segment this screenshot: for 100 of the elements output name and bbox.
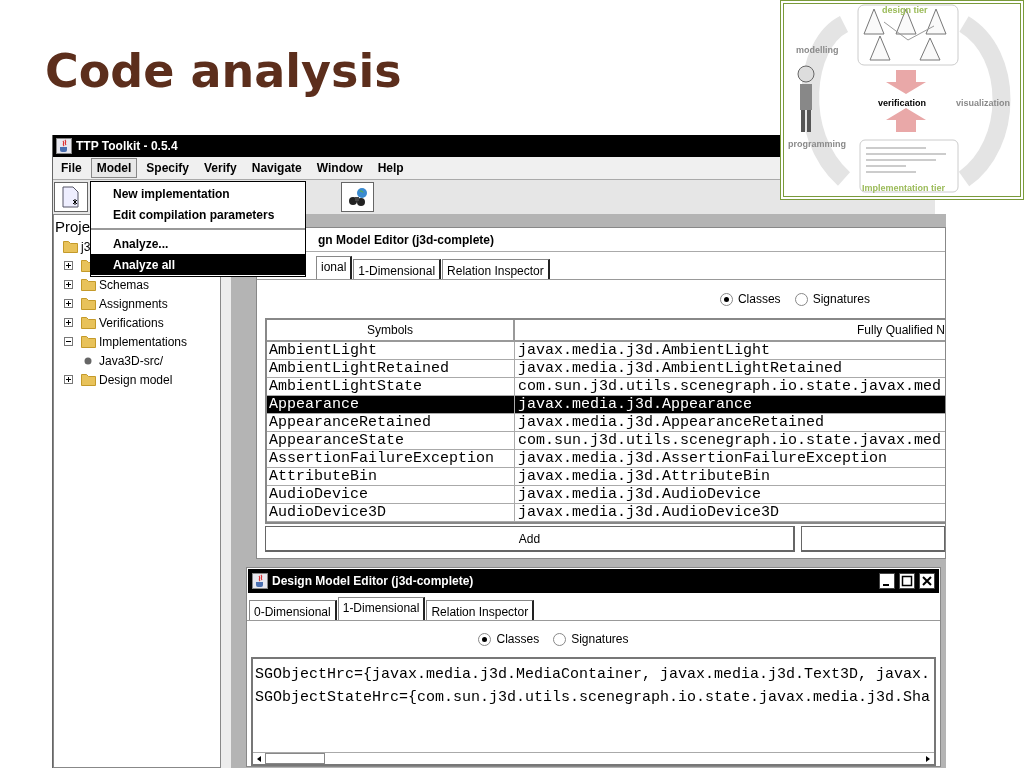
collapse-icon[interactable]	[64, 337, 73, 346]
table-cell: AmbientLightState	[267, 378, 515, 395]
minimize-icon[interactable]	[879, 573, 895, 589]
tree-item[interactable]: Verifications	[99, 313, 164, 332]
menu-item[interactable]: Help	[371, 158, 410, 178]
table-cell: AmbientLight	[267, 342, 515, 359]
radio-button[interactable]	[478, 632, 492, 646]
table-row[interactable]: AudioDevice3D javax.media.j3d.AudioDevice3D	[267, 504, 945, 522]
folder-icon	[81, 297, 96, 310]
menu-entry[interactable]: New implementation	[91, 183, 305, 204]
window-title: TTP Toolkit - 0.5.4	[76, 138, 178, 155]
tree-item[interactable]: Java3D-src/	[99, 351, 163, 370]
table-cell: AppearanceRetained	[267, 414, 515, 431]
column-header[interactable]: Fully Qualified N	[515, 320, 945, 340]
tier-label: design tier	[882, 4, 928, 17]
tree-item[interactable]: Design model	[99, 370, 173, 389]
binoculars-icon	[346, 187, 369, 207]
tree-item[interactable]: Implementations	[99, 332, 188, 351]
table-cell-text: javax.media.j3d.AssertionFailureException	[517, 450, 889, 467]
process-label: visualization	[956, 97, 1010, 110]
menu-entry[interactable]: Analyze all	[91, 254, 305, 275]
table-cell: AssertionFailureException	[267, 450, 515, 467]
menu-item[interactable]: Verify	[198, 158, 243, 178]
column-header[interactable]: Symbols	[267, 320, 515, 340]
table-row[interactable]: AmbientLightState com.sun.j3d.utils.scenegraph.io.state.javax.med	[267, 378, 945, 396]
new-file-button[interactable]	[54, 182, 88, 212]
menu-item[interactable]: Window	[310, 158, 369, 178]
table-row[interactable]: AudioDevice javax.media.j3d.AudioDevice	[267, 486, 945, 504]
tab[interactable]: 0-Dimensional	[249, 600, 337, 620]
java-cup-icon	[252, 573, 268, 589]
table-row[interactable]: AppearanceState com.sun.j3d.utils.scenegraph.io.state.javax.med	[267, 432, 945, 450]
table-row[interactable]: Appearance javax.media.j3d.Appearance	[267, 396, 945, 414]
folder-icon	[81, 335, 96, 348]
process-label: modelling	[796, 44, 839, 57]
bullet-icon	[84, 356, 92, 365]
table-cell-text: javax.media.j3d.AudioDevice3D	[517, 504, 781, 521]
expand-icon[interactable]	[64, 375, 73, 384]
tree-item[interactable]: j3	[81, 237, 91, 256]
expand-icon[interactable]	[64, 299, 73, 308]
table-row[interactable]: AmbientLightRetained javax.media.j3d.AmbientLightRetained	[267, 360, 945, 378]
panel-header: Proje	[54, 217, 91, 237]
radio-label[interactable]: Classes	[496, 630, 540, 648]
table-cell: AudioDevice3D	[267, 504, 515, 521]
tree-item[interactable]: Schemas	[99, 275, 150, 294]
expand-icon[interactable]	[64, 261, 73, 270]
folder-icon	[81, 373, 96, 386]
table-cell-text: com.sun.j3d.utils.scenegraph.io.state.javax.med	[517, 378, 943, 395]
add-button[interactable]: Add	[265, 526, 795, 552]
tab[interactable]: 1-Dimensional	[353, 259, 442, 279]
table-cell: AmbientLightRetained	[267, 360, 515, 377]
tab[interactable]: Relation Inspector	[426, 600, 535, 620]
folder-icon	[81, 278, 96, 291]
radio-button[interactable]	[794, 292, 808, 306]
radio-label[interactable]: Classes	[737, 290, 781, 308]
table-row[interactable]: AppearanceRetained javax.media.j3d.AppearanceRetained	[267, 414, 945, 432]
scrollbar-thumb[interactable]	[265, 753, 325, 764]
binoculars-button[interactable]	[341, 182, 374, 212]
tab[interactable]: ional	[316, 256, 353, 279]
editor-title: gn Model Editor (j3d-complete)	[318, 231, 494, 249]
menu-item[interactable]: File	[55, 158, 88, 178]
table-cell: AudioDevice	[267, 486, 515, 503]
tab[interactable]: 1-Dimensional	[337, 597, 426, 620]
radio-label[interactable]: Signatures	[571, 630, 629, 648]
menu-item[interactable]: Specify	[140, 158, 196, 178]
expand-icon[interactable]	[64, 280, 73, 289]
java-cup-icon	[56, 138, 72, 154]
radio-button[interactable]	[719, 292, 733, 306]
tier-label: Implementation tier	[862, 182, 945, 195]
table-cell: Appearance	[267, 396, 515, 413]
folder-icon	[63, 240, 78, 253]
menu-item[interactable]: Model	[90, 158, 138, 178]
menu-item[interactable]: Navigate	[245, 158, 308, 178]
table-row[interactable]: AmbientLight javax.media.j3d.AmbientLight	[267, 342, 945, 360]
maximize-icon[interactable]	[899, 573, 915, 589]
editor-title: Design Model Editor (j3d-complete)	[272, 573, 475, 590]
table-cell-text: javax.media.j3d.Appearance	[517, 396, 754, 413]
tab[interactable]: Relation Inspector	[442, 259, 550, 279]
table-row[interactable]: AssertionFailureException javax.media.j3d.AssertionFailureException	[267, 450, 945, 468]
blank-button[interactable]	[801, 526, 945, 552]
table-cell-text: javax.media.j3d.AudioDevice	[517, 486, 763, 503]
close-icon[interactable]	[919, 573, 935, 589]
folder-icon	[81, 316, 96, 329]
table-cell-text: javax.media.j3d.AttributeBin	[517, 468, 772, 485]
code-line: SGObjectStateHrc={com.sun.j3d.utils.scenegraph.io.state.javax.media.j3d.Sha	[254, 688, 932, 708]
menu-entry[interactable]: Analyze...	[91, 233, 305, 254]
table-cell-text: com.sun.j3d.utils.scenegraph.io.state.javax.med	[517, 432, 943, 449]
table-cell-text: javax.media.j3d.AmbientLight	[517, 342, 772, 359]
table-cell: AppearanceState	[267, 432, 515, 449]
table-cell: AttributeBin	[267, 468, 515, 485]
process-label: programming	[788, 138, 846, 151]
tree-item[interactable]: Assignments	[99, 294, 168, 313]
new-file-icon	[61, 186, 81, 208]
table-row[interactable]: AttributeBin javax.media.j3d.AttributeBin	[267, 468, 945, 486]
table-cell-text: javax.media.j3d.AmbientLightRetained	[517, 360, 844, 377]
radio-label[interactable]: Signatures	[812, 290, 870, 308]
process-label: verification	[878, 97, 926, 110]
expand-icon[interactable]	[64, 318, 73, 327]
menu-entry[interactable]: Edit compilation parameters	[91, 204, 305, 225]
radio-button[interactable]	[553, 632, 567, 646]
code-line: SGObjectHrc={javax.media.j3d.MediaContainer, javax.media.j3d.Text3D, javax.	[254, 665, 932, 685]
